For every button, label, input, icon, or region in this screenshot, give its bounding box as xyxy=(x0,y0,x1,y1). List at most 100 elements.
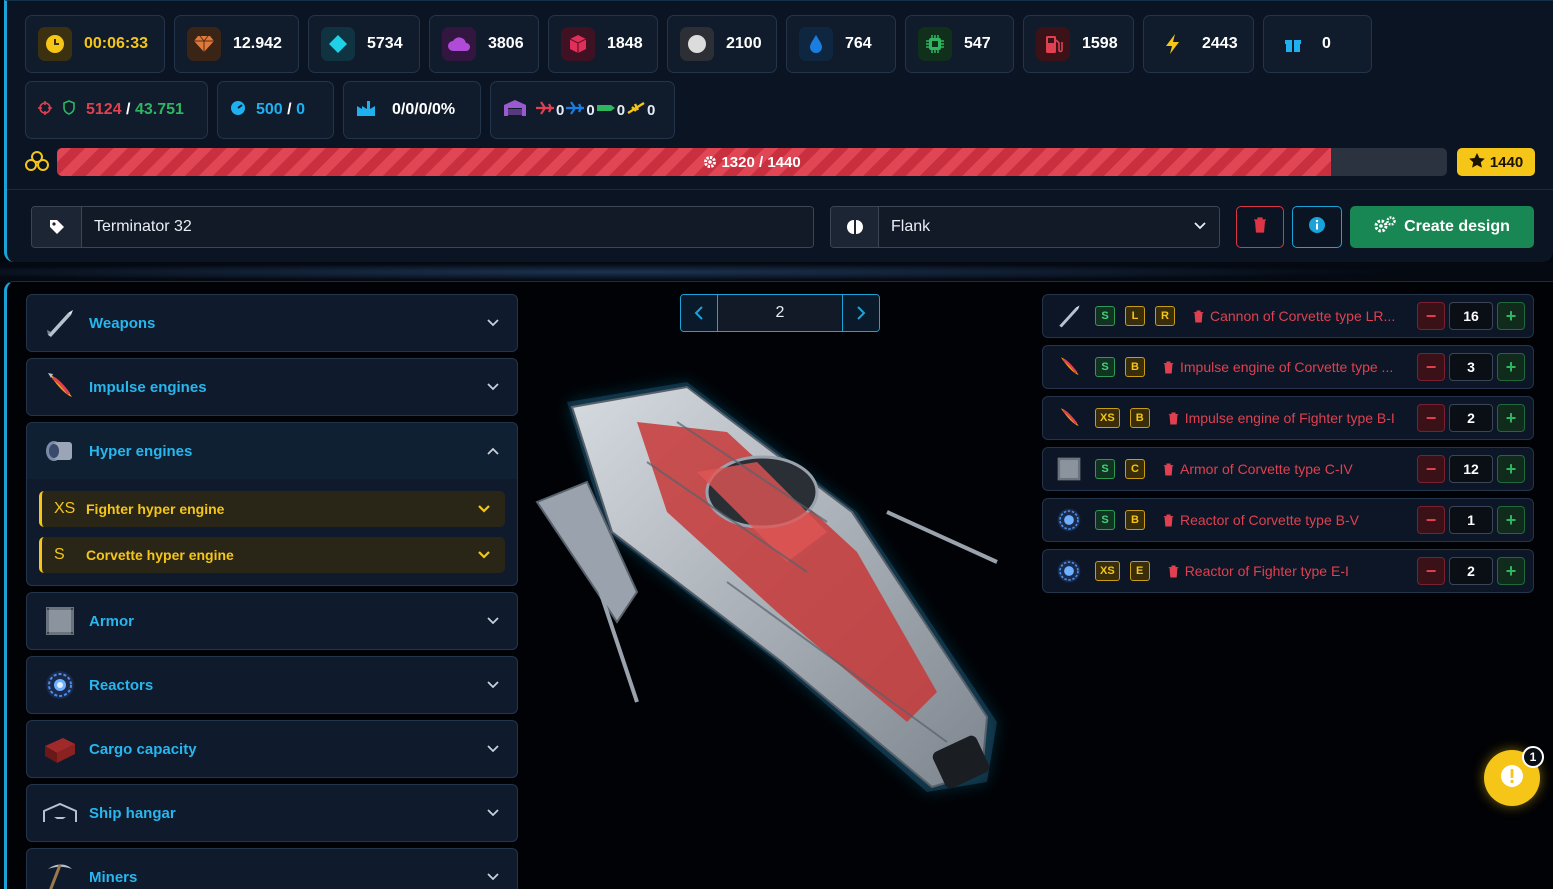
module-name[interactable]: Armor of Corvette type C-IV xyxy=(1163,461,1409,477)
strategy-select[interactable]: Flank xyxy=(879,207,1219,247)
module-name[interactable]: Cannon of Corvette type LR... xyxy=(1193,308,1409,324)
rocket-flame-icon xyxy=(1053,351,1085,383)
delete-design-button[interactable] xyxy=(1236,206,1284,248)
resources-panel: 00:06:33 12.942 5734 3806 1848 2100 764 … xyxy=(4,0,1553,262)
quantity-value[interactable]: 3 xyxy=(1449,353,1493,381)
module-name[interactable]: Impulse engine of Corvette type ... xyxy=(1163,359,1409,375)
next-button[interactable] xyxy=(843,295,879,331)
decrease-button[interactable]: − xyxy=(1417,353,1445,381)
resource-chip: 547 xyxy=(905,15,1014,73)
category-header[interactable]: Impulse engines xyxy=(27,359,517,415)
category-title: Miners xyxy=(89,868,138,886)
quantity-value[interactable]: 2 xyxy=(1449,557,1493,585)
increase-button[interactable]: + xyxy=(1497,353,1525,381)
fighter-blue-icon xyxy=(565,101,585,119)
type-tag: B xyxy=(1129,408,1150,428)
category-header[interactable]: Reactors xyxy=(27,657,517,713)
space-background-strip xyxy=(0,262,1553,282)
increase-button[interactable]: + xyxy=(1497,557,1525,585)
decrease-button[interactable]: − xyxy=(1417,455,1445,483)
star-icon xyxy=(1469,152,1485,172)
circle-icon xyxy=(680,27,714,61)
module-label: Reactor of Corvette type B-V xyxy=(1180,512,1359,528)
module-row: S L R Cannon of Corvette type LR... − 16… xyxy=(1042,294,1534,338)
resource-time: 00:06:33 xyxy=(25,15,165,73)
info-button[interactable] xyxy=(1292,206,1342,248)
resource-row-secondary: 5124 / 43.751 500 / 0 0/0/0/0% 0 0 0 0 xyxy=(25,81,675,139)
divider xyxy=(7,189,1553,190)
type-tag: L xyxy=(1125,306,1145,326)
fighter-green-icon xyxy=(596,101,616,119)
module-name[interactable]: Reactor of Fighter type E-I xyxy=(1168,563,1409,579)
category-title: Armor xyxy=(89,612,135,630)
reactor-icon xyxy=(1053,555,1085,587)
droplet-icon xyxy=(799,27,833,61)
alert-icon xyxy=(1500,764,1524,793)
category-header[interactable]: Armor xyxy=(27,593,517,649)
spaceship-illustration xyxy=(535,382,998,792)
module-name[interactable]: Reactor of Corvette type B-V xyxy=(1163,512,1409,528)
trash-icon xyxy=(1253,216,1267,238)
gear-icon xyxy=(703,154,721,171)
quantity-value[interactable]: 12 xyxy=(1449,455,1493,483)
increase-button[interactable]: + xyxy=(1497,302,1525,330)
type-tag: B xyxy=(1125,357,1145,377)
category-header[interactable]: Hyper engines xyxy=(27,423,517,479)
module-row: XS E Reactor of Fighter type E-I − 2 + xyxy=(1042,549,1534,593)
progress-label: 1320 / 1440 xyxy=(57,154,1447,171)
trash-icon xyxy=(1193,310,1204,322)
page-number[interactable]: 2 xyxy=(717,295,843,331)
create-design-button[interactable]: Create design xyxy=(1350,206,1534,248)
decrease-button[interactable]: − xyxy=(1417,557,1445,585)
category-header[interactable]: Ship hangar xyxy=(27,785,517,841)
designer-panel: Weapons Impulse engines Hyper engines XS… xyxy=(4,281,1553,889)
quantity-value[interactable]: 16 xyxy=(1449,302,1493,330)
module-name[interactable]: Impulse engine of Fighter type B-I xyxy=(1168,410,1409,426)
trash-icon xyxy=(1163,361,1174,373)
quantity-value[interactable]: 2 xyxy=(1449,404,1493,432)
category-header[interactable]: Weapons xyxy=(27,295,517,351)
category-title: Cargo capacity xyxy=(89,740,197,758)
notification-button[interactable]: 1 xyxy=(1484,746,1544,806)
pickaxe-icon xyxy=(43,860,77,889)
resource-cube: 1848 xyxy=(548,15,658,73)
chevron-down-icon xyxy=(487,809,499,817)
increase-button[interactable]: + xyxy=(1497,404,1525,432)
rocket-flame-icon xyxy=(1053,402,1085,434)
increase-button[interactable]: + xyxy=(1497,455,1525,483)
resource-energy: 2443 xyxy=(1143,15,1254,73)
resource-diamond: 5734 xyxy=(308,15,420,73)
category-header[interactable]: Miners xyxy=(27,849,517,889)
decrease-button[interactable]: − xyxy=(1417,506,1445,534)
category-header[interactable]: Cargo capacity xyxy=(27,721,517,777)
prev-button[interactable] xyxy=(681,295,717,331)
size-tag: XS xyxy=(1095,561,1120,581)
option-label: Fighter hyper engine xyxy=(86,501,225,517)
category-miners: Miners xyxy=(26,848,518,889)
hyper-engine-option[interactable]: XS Fighter hyper engine xyxy=(39,491,505,527)
resource-value: 00:06:33 xyxy=(84,35,149,52)
quantity-stepper: − 2 + xyxy=(1417,404,1525,432)
category-items: XS Fighter hyper engine S Corvette hyper… xyxy=(27,479,517,585)
module-label: Impulse engine of Corvette type ... xyxy=(1180,359,1394,375)
chevron-down-icon xyxy=(1193,218,1207,236)
resource-crystal: 12.942 xyxy=(174,15,299,73)
size-label: XS xyxy=(54,500,76,517)
trash-icon xyxy=(1163,514,1174,526)
gauge-icon xyxy=(230,100,246,121)
separator: / xyxy=(126,101,131,118)
quantity-value[interactable]: 1 xyxy=(1449,506,1493,534)
increase-button[interactable]: + xyxy=(1497,506,1525,534)
design-name-input[interactable] xyxy=(82,207,813,247)
decrease-button[interactable]: − xyxy=(1417,302,1445,330)
category-title: Hyper engines xyxy=(89,442,193,460)
hangar-stat: 0 0 0 0 xyxy=(490,81,675,139)
hyper-engine-option[interactable]: S Corvette hyper engine xyxy=(39,537,505,573)
module-label: Cannon of Corvette type LR... xyxy=(1210,308,1396,324)
decrease-button[interactable]: − xyxy=(1417,404,1445,432)
category-reactors: Reactors xyxy=(26,656,518,714)
chevron-left-icon xyxy=(694,306,703,320)
cube-icon xyxy=(561,27,595,61)
module-label: Armor of Corvette type C-IV xyxy=(1180,461,1353,477)
option-label: Corvette hyper engine xyxy=(86,547,234,563)
